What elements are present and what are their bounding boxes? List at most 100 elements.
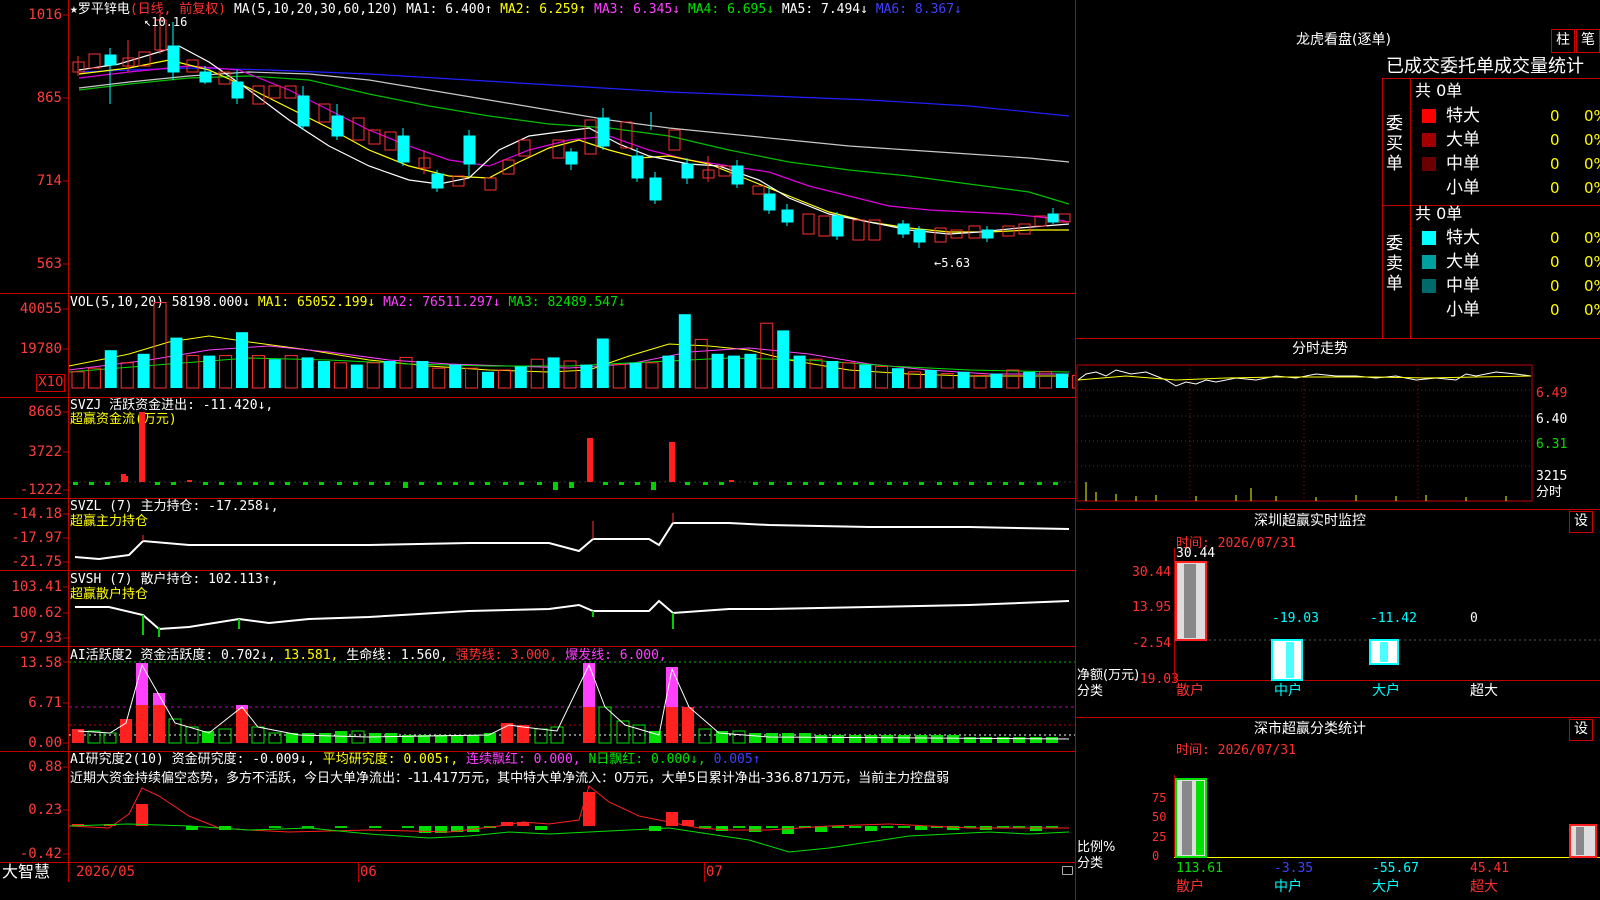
x-axis-label-1: 2026/05	[76, 864, 136, 880]
fenshi-title: 分时走势	[1292, 341, 1348, 357]
x-axis-label-3: 07	[706, 864, 723, 880]
sell-rows: 特大 0 0% 大单 0 0% 中单 0 0% 小单 0 0%	[1412, 226, 1600, 322]
volume-bar	[333, 362, 347, 389]
buy-row-percent: 0%	[1584, 107, 1600, 125]
volume-bar	[153, 302, 167, 389]
buy-row-percent: 0%	[1584, 179, 1600, 197]
vol-y-label-1: 40055	[19, 301, 62, 317]
buy-row-name: 中单	[1446, 154, 1480, 174]
volume-bar	[744, 353, 757, 388]
monitor-settings-button[interactable]: 设	[1569, 511, 1593, 533]
class-unit: 比例%	[1077, 840, 1116, 855]
ai-active-y-label-3: 0.00	[28, 735, 62, 751]
svzl-y-label-1: -14.18	[11, 506, 62, 522]
chart-area[interactable]: 1016 865 714 563 ★罗平锌电(日线, 前复权) MA(5,10,…	[0, 0, 1076, 900]
buy-side-label: 委买单	[1386, 114, 1403, 174]
sell-row-name: 大单	[1446, 252, 1480, 272]
buy-row: 中单 0 0%	[1412, 152, 1600, 176]
class-y-1: 75	[1152, 791, 1167, 805]
volume-bar	[1071, 374, 1075, 389]
ai-research-bars[interactable]	[69, 752, 1075, 862]
volume-bar	[170, 337, 183, 388]
volume-bar	[268, 359, 281, 388]
monitor-val-large: -11.42	[1370, 611, 1417, 626]
svzl-y-label-2: -17.97	[11, 530, 62, 546]
volume-bar	[826, 361, 839, 388]
sell-color-swatch	[1422, 279, 1436, 293]
svsh-y-label-3: 97.93	[19, 630, 62, 646]
volume-bar	[563, 360, 577, 389]
monitor-unit: 净额(万元)	[1077, 668, 1140, 683]
monitor-title: 深圳超赢实时监控	[1254, 513, 1366, 529]
stats-header: 已成交委托单成交量统计	[1386, 56, 1584, 77]
buy-row-value: 0	[1550, 131, 1560, 149]
volume-bar	[1023, 371, 1036, 388]
volume-bar	[629, 362, 642, 388]
buy-row-percent: 0%	[1584, 155, 1600, 173]
volume-bar	[482, 371, 494, 388]
ai-active-bars[interactable]	[69, 647, 1075, 751]
monitor-val-retail: 30.44	[1176, 546, 1216, 561]
volume-bar	[1006, 369, 1020, 389]
buy-row-name: 大单	[1446, 130, 1480, 150]
buy-row-value: 0	[1550, 179, 1560, 197]
volume-bar	[645, 362, 659, 389]
bar-mode-button[interactable]: 柱	[1551, 29, 1575, 53]
svsh-line[interactable]	[69, 571, 1075, 646]
class-cat-large: 大户	[1372, 879, 1400, 895]
sell-side-label: 委卖单	[1386, 234, 1403, 294]
stock-name: ★罗平锌电	[70, 2, 130, 17]
vol-y-label-2: 19780	[19, 341, 62, 357]
price-y-label-2: 865	[36, 90, 62, 106]
volume-bar	[104, 350, 117, 388]
fenshi-vol: 3215	[1536, 469, 1568, 484]
sell-row-percent: 0%	[1584, 253, 1600, 271]
buy-row: 大单 0 0%	[1412, 128, 1600, 152]
price-y-label-3: 714	[36, 173, 62, 189]
right-panel: 龙虎看盘(逐单) 柱 笔 已成交委托单成交量统计 委买单 共 0单 特大00%大…	[1076, 0, 1600, 900]
volume-bar	[842, 362, 856, 389]
ma3-line	[78, 65, 1070, 223]
kline-chart[interactable]	[69, 0, 1075, 293]
monitor-val-super: 0	[1470, 611, 1478, 626]
ai-research-y-label-3: -0.42	[19, 846, 62, 862]
svzl-line[interactable]	[69, 499, 1075, 570]
monitor-cat: 分类	[1077, 684, 1104, 699]
tick-mode-button[interactable]: 笔	[1576, 29, 1600, 53]
class-bar-chart[interactable]	[1174, 775, 1600, 870]
class-y-3: 25	[1152, 830, 1167, 844]
ma5-value: MA5: 7.494↓	[781, 2, 868, 17]
volume-bars[interactable]	[69, 294, 1075, 397]
buy-row: 小单 0 0%	[1412, 176, 1600, 200]
volume-bar	[251, 355, 265, 389]
volume-bar	[924, 370, 937, 388]
buy-row-value: 0	[1550, 155, 1560, 173]
volume-bar	[530, 358, 544, 389]
sell-row-name: 特大	[1446, 228, 1480, 248]
sell-count: 共 0单	[1415, 204, 1463, 223]
volume-bar	[186, 355, 200, 389]
fenshi-unit: 分时	[1536, 485, 1563, 500]
buy-row-value: 0	[1550, 107, 1560, 125]
buy-color-swatch	[1422, 181, 1436, 195]
volume-bar	[892, 368, 904, 388]
class-settings-button[interactable]: 设	[1569, 719, 1593, 741]
buy-color-swatch	[1422, 157, 1436, 171]
sell-row-value: 0	[1550, 229, 1560, 247]
sell-row: 中单 0 0%	[1412, 274, 1600, 298]
volume-bar	[694, 338, 708, 389]
volume-bar	[973, 374, 987, 389]
buy-row-name: 特大	[1446, 106, 1480, 126]
svzj-bars[interactable]	[69, 398, 1075, 498]
sell-color-swatch	[1422, 231, 1436, 245]
ma4-value: MA4: 6.695↓	[687, 2, 775, 17]
lock-icon[interactable]	[1062, 866, 1073, 875]
buy-color-swatch	[1422, 133, 1436, 147]
intraday-chart[interactable]	[1076, 362, 1600, 502]
class-val-mid: -3.35	[1274, 861, 1314, 876]
volume-bar	[875, 365, 889, 389]
price-y-label-4: 563	[36, 256, 62, 272]
volume-bar	[777, 330, 790, 388]
vol-ma3-line	[69, 357, 1070, 373]
class-title: 深市超赢分类统计	[1254, 721, 1366, 737]
